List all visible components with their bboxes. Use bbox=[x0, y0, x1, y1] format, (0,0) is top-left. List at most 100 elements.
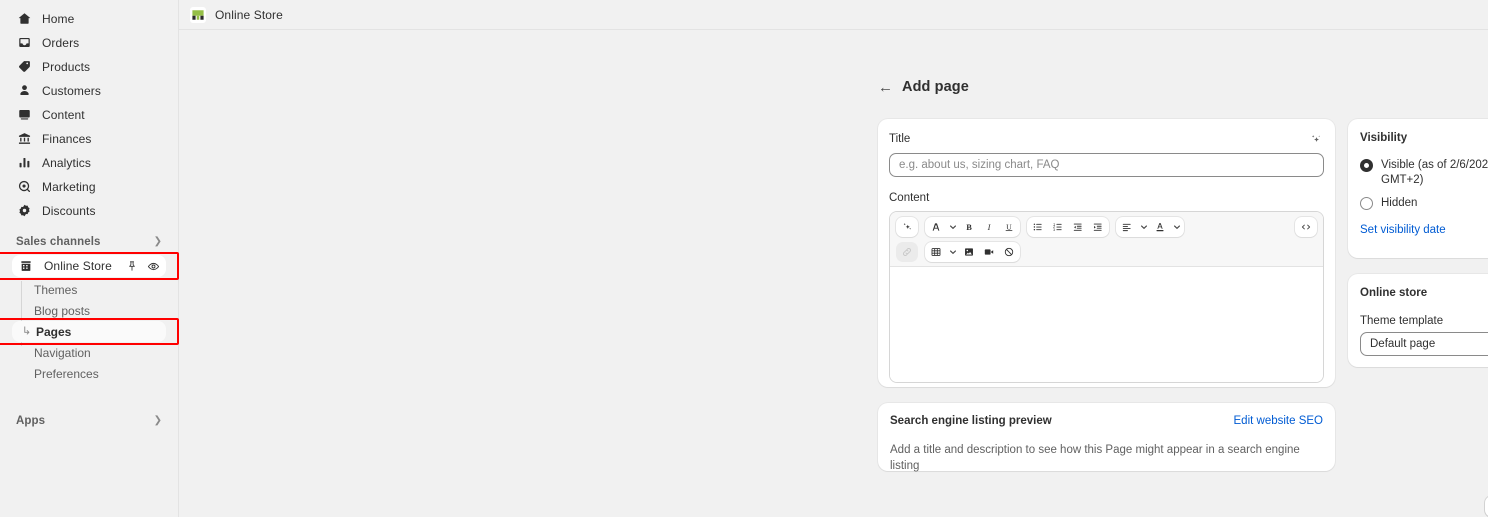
online-store-card-title: Online store bbox=[1360, 287, 1428, 299]
chevron-right-icon: ❯ bbox=[153, 236, 162, 247]
code-view-icon[interactable] bbox=[1296, 217, 1316, 237]
toolbar-group-text-format: B I U bbox=[925, 217, 1020, 237]
magic-sparkle-icon[interactable] bbox=[1306, 130, 1324, 148]
sidebar: Home Orders Products Customers Content F… bbox=[0, 0, 179, 517]
sidebar-item-analytics[interactable]: Analytics bbox=[8, 152, 170, 173]
italic-icon[interactable]: I bbox=[979, 217, 999, 237]
chevron-down-icon[interactable] bbox=[1170, 217, 1183, 237]
magic-sparkle-icon[interactable] bbox=[897, 217, 917, 237]
page-title: Add page bbox=[902, 79, 969, 95]
products-tag-icon bbox=[16, 59, 32, 75]
sidebar-item-content[interactable]: Content bbox=[8, 104, 170, 125]
sidebar-item-customers[interactable]: Customers bbox=[8, 80, 170, 101]
online-store-subnav: Themes Blog posts ↳ Pages Navigation Pre… bbox=[0, 279, 179, 384]
content-editor: B I U 1 2 3 bbox=[889, 211, 1324, 383]
visibility-card: Visibility Visible (as of 2/6/2024, 1:42… bbox=[1348, 119, 1488, 258]
pin-icon[interactable] bbox=[125, 259, 139, 273]
underline-icon[interactable]: U bbox=[999, 217, 1019, 237]
sidebar-item-orders[interactable]: Orders bbox=[8, 32, 170, 53]
title-label: Title bbox=[889, 133, 911, 145]
sidebar-item-finances[interactable]: Finances bbox=[8, 128, 170, 149]
text-color-icon[interactable] bbox=[1150, 217, 1170, 237]
insert-video-icon[interactable] bbox=[979, 242, 999, 262]
eye-icon[interactable] bbox=[146, 259, 160, 273]
visibility-option-visible[interactable]: Visible (as of 2/6/2024, 1:42 PM GMT+2) bbox=[1360, 158, 1488, 188]
text-style-icon[interactable] bbox=[926, 217, 946, 237]
insert-image-icon[interactable] bbox=[959, 242, 979, 262]
visibility-option-label: Hidden bbox=[1381, 197, 1418, 209]
sidebar-item-label: Customers bbox=[42, 83, 101, 98]
toolbar-row-1: B I U 1 2 3 bbox=[896, 217, 1317, 237]
topbar: Online Store bbox=[179, 0, 1488, 30]
bold-icon[interactable]: B bbox=[959, 217, 979, 237]
indent-icon[interactable] bbox=[1088, 217, 1108, 237]
bulleted-list-icon[interactable] bbox=[1028, 217, 1048, 237]
chevron-down-icon[interactable] bbox=[1137, 217, 1150, 237]
svg-text:U: U bbox=[1006, 222, 1012, 231]
edit-website-seo-link[interactable]: Edit website SEO bbox=[1234, 415, 1323, 427]
page-header: ← Add page bbox=[878, 79, 969, 95]
sidebar-item-label: Analytics bbox=[42, 155, 91, 170]
sub-item-label: Pages bbox=[36, 324, 72, 339]
sidebar-item-home[interactable]: Home bbox=[8, 8, 170, 29]
radio-hidden[interactable] bbox=[1360, 197, 1373, 210]
pages-highlight: ↳ Pages bbox=[0, 318, 179, 345]
sidebar-item-preferences[interactable]: Preferences bbox=[10, 363, 168, 384]
seo-card-header: Search engine listing preview Edit websi… bbox=[890, 415, 1323, 427]
customers-person-icon bbox=[16, 83, 32, 99]
radio-visible[interactable] bbox=[1360, 159, 1373, 172]
toolbar-group-insert bbox=[925, 242, 1020, 262]
sidebar-item-online-store[interactable]: Online Store bbox=[12, 255, 166, 277]
corner-arrow-icon: ↳ bbox=[22, 325, 32, 337]
finances-bank-icon bbox=[16, 131, 32, 147]
home-icon bbox=[16, 11, 32, 27]
title-input[interactable] bbox=[889, 153, 1324, 177]
sidebar-item-label: Content bbox=[42, 107, 85, 122]
shopify-admin-window: Home Orders Products Customers Content F… bbox=[0, 0, 1488, 517]
analytics-bars-icon bbox=[16, 155, 32, 171]
discounts-badge-icon bbox=[16, 203, 32, 219]
svg-text:3: 3 bbox=[1053, 228, 1055, 232]
sidebar-item-products[interactable]: Products bbox=[8, 56, 170, 77]
sidebar-item-navigation[interactable]: Navigation bbox=[10, 342, 168, 363]
table-icon[interactable] bbox=[926, 242, 946, 262]
sidebar-item-label: Discounts bbox=[42, 203, 96, 218]
seo-preview-card: Search engine listing preview Edit websi… bbox=[878, 403, 1335, 472]
content-area: ← Add page Title Content bbox=[179, 30, 1488, 517]
sidebar-section-sales-channels[interactable]: Sales channels ❯ bbox=[8, 231, 170, 253]
online-store-card-header: Online store bbox=[1360, 285, 1488, 301]
editor-toolbar: B I U 1 2 3 bbox=[890, 212, 1323, 267]
toolbar-row-2 bbox=[896, 242, 1317, 262]
sidebar-item-marketing[interactable]: Marketing bbox=[8, 176, 170, 197]
chevron-down-icon[interactable] bbox=[946, 242, 959, 262]
toolbar-group-link bbox=[896, 242, 918, 262]
sub-item-label: Navigation bbox=[34, 345, 91, 360]
sidebar-item-blog-posts[interactable]: Blog posts bbox=[10, 300, 168, 321]
sub-item-label: Blog posts bbox=[34, 303, 91, 318]
outdent-icon[interactable] bbox=[1068, 217, 1088, 237]
set-visibility-date-link[interactable]: Set visibility date bbox=[1360, 224, 1446, 236]
topbar-store-name: Online Store bbox=[215, 7, 283, 22]
clear-formatting-icon[interactable] bbox=[999, 242, 1019, 262]
sidebar-item-discounts[interactable]: Discounts bbox=[8, 200, 170, 221]
content-image-icon bbox=[16, 107, 32, 123]
sidebar-item-label: Products bbox=[42, 59, 91, 74]
sidebar-item-pages[interactable]: ↳ Pages bbox=[12, 321, 166, 342]
toolbar-group-lists: 123 bbox=[1027, 217, 1109, 237]
toolbar-group-code bbox=[1295, 217, 1317, 237]
content-editor-body[interactable] bbox=[890, 267, 1323, 382]
sub-item-label: Themes bbox=[34, 282, 78, 297]
storefront-icon bbox=[18, 258, 34, 274]
visibility-option-hidden[interactable]: Hidden bbox=[1360, 196, 1488, 211]
numbered-list-icon[interactable]: 123 bbox=[1048, 217, 1068, 237]
align-icon[interactable] bbox=[1117, 217, 1137, 237]
online-store-highlight: Online Store bbox=[0, 252, 179, 280]
sidebar-item-themes[interactable]: Themes bbox=[10, 279, 168, 300]
chevron-down-icon[interactable] bbox=[946, 217, 959, 237]
back-arrow-icon[interactable]: ← bbox=[878, 80, 893, 95]
sidebar-section-apps[interactable]: Apps ❯ bbox=[8, 410, 170, 432]
theme-template-select[interactable]: Default page bbox=[1360, 332, 1488, 356]
marketing-target-icon bbox=[16, 179, 32, 195]
sidebar-item-label: Orders bbox=[42, 35, 80, 50]
orders-icon bbox=[16, 35, 32, 51]
